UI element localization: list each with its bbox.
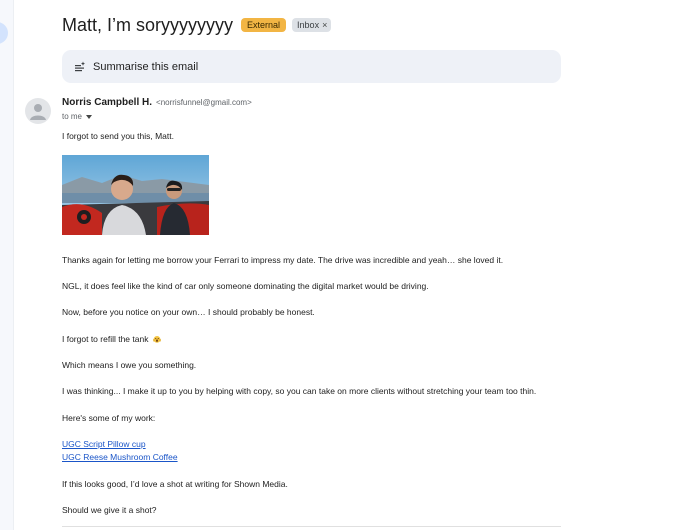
- body-paragraph-1: Thanks again for letting me borrow your …: [62, 255, 504, 265]
- sparkle-lines-icon: [75, 61, 85, 71]
- recipient-details-toggle[interactable]: to me: [62, 112, 93, 121]
- body-paragraph-9: Should we give it a shot?: [62, 505, 157, 515]
- body-paragraph-3: Now, before you notice on your own… I sh…: [62, 307, 315, 317]
- body-paragraph-4: I forgot to refill the tank: [62, 334, 161, 344]
- compose-tab-indicator[interactable]: [0, 22, 8, 44]
- body-paragraph-2: NGL, it does feel like the kind of car o…: [62, 281, 429, 291]
- portfolio-link-1[interactable]: UGC Script Pillow cup: [62, 439, 146, 449]
- inbox-label-badge: Inbox ×: [292, 18, 332, 32]
- divider: [62, 526, 561, 527]
- body-paragraph-8: If this looks good, I’d love a shot at w…: [62, 479, 288, 489]
- inbox-label-text: Inbox: [297, 20, 320, 30]
- body-paragraph-6: I was thinking... I make it up to you by…: [62, 386, 537, 396]
- sender-row: Norris Campbell H. <norrisfunnel@gmail.c…: [62, 97, 252, 108]
- sender-avatar[interactable]: [25, 98, 51, 124]
- sender-name[interactable]: Norris Campbell H.: [62, 97, 152, 108]
- subject-row: Matt, I’m soryyyyyyyy External Inbox ×: [62, 12, 332, 38]
- external-label-badge: External: [241, 18, 287, 32]
- attached-selfie-photo[interactable]: [62, 155, 209, 235]
- car-selfie-image: [62, 155, 209, 235]
- body-paragraph-4-text: I forgot to refill the tank: [62, 334, 149, 344]
- person-icon: [30, 104, 46, 120]
- portfolio-link-2[interactable]: UGC Reese Mushroom Coffee: [62, 452, 178, 462]
- body-greeting: I forgot to send you this, Matt.: [62, 131, 174, 141]
- remove-label-icon[interactable]: ×: [322, 20, 327, 30]
- sender-email: <norrisfunnel@gmail.com>: [156, 98, 252, 107]
- body-paragraph-7: Here's some of my work:: [62, 413, 156, 423]
- body-paragraph-5: Which means I owe you something.: [62, 360, 197, 370]
- email-subject: Matt, I’m soryyyyyyyy: [62, 14, 234, 35]
- to-label: to me: [62, 112, 83, 121]
- summarise-label: Summarise this email: [93, 60, 199, 73]
- summarise-email-button[interactable]: Summarise this email: [62, 50, 561, 83]
- chevron-down-icon: [86, 114, 93, 119]
- left-rail: [0, 0, 14, 530]
- scream-emoji-icon: [152, 336, 161, 343]
